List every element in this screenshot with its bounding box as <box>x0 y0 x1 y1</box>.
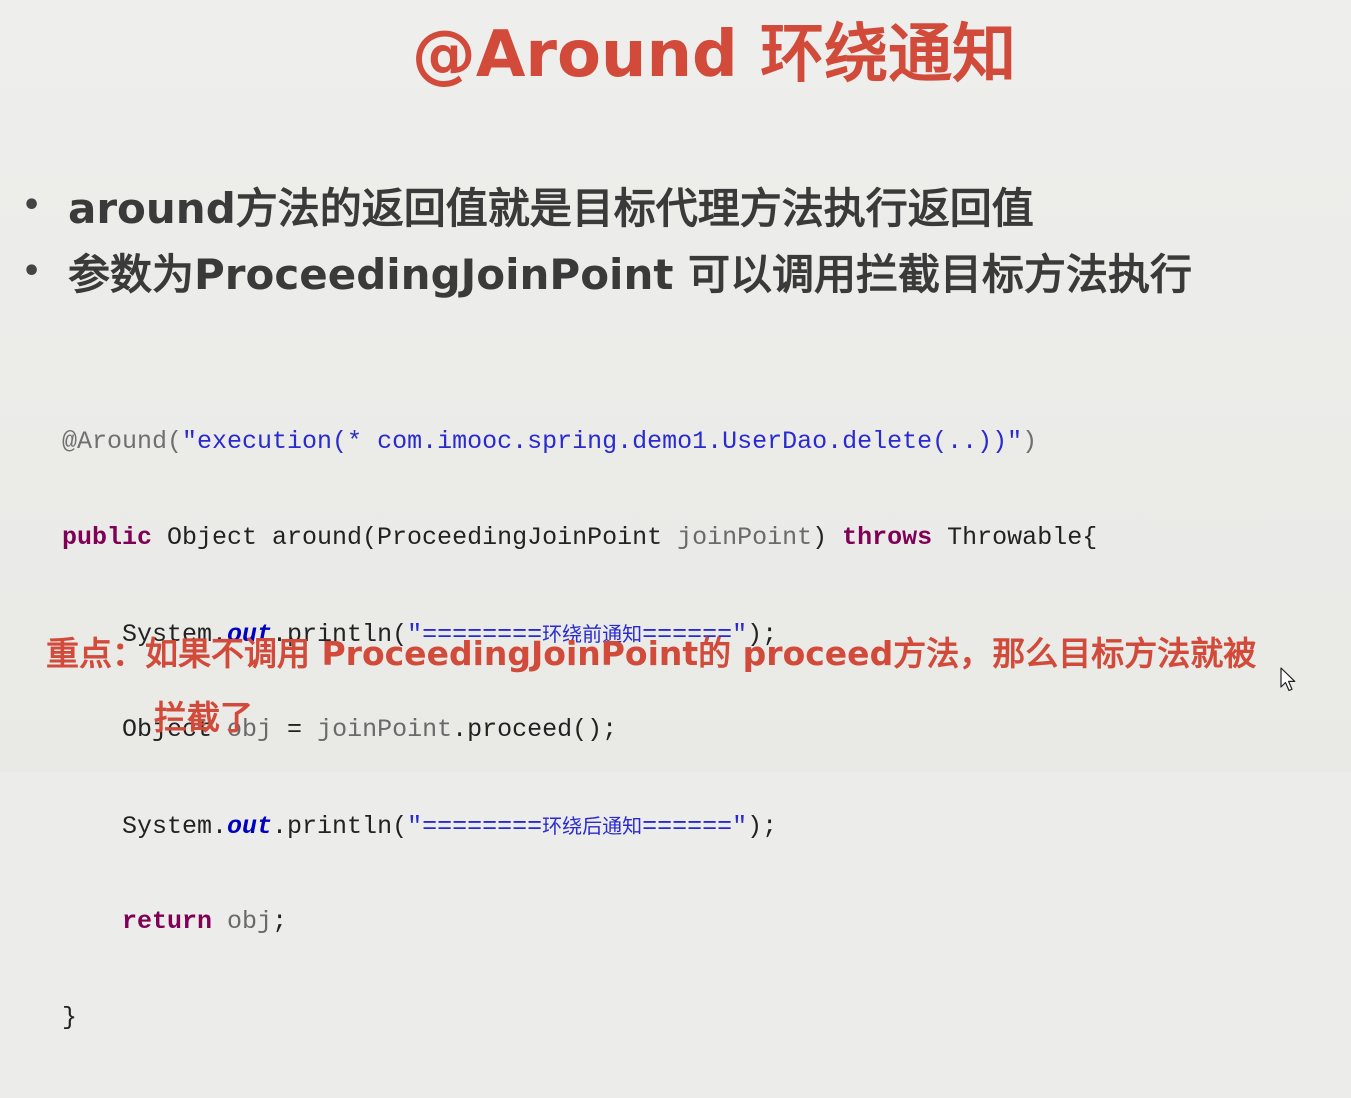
code-text: } <box>62 1003 78 1032</box>
bullet-item: • around方法的返回值就是目标代理方法执行返回值 <box>22 172 1192 238</box>
code-string: ======" <box>642 812 748 841</box>
code-text: Throwable{ <box>932 523 1098 552</box>
bullet-marker: • <box>22 187 42 223</box>
code-string: 环绕后通知 <box>542 814 643 838</box>
slide: @Around 环绕通知 • around方法的返回值就是目标代理方法执行返回值… <box>0 0 1351 1032</box>
note-line: 拦截了 <box>154 698 253 737</box>
code-variable: obj <box>227 907 273 936</box>
note-line: 重点：如果不调用 ProceedingJoinPoint的 proceed方法，… <box>46 634 1257 673</box>
code-annotation: @Around( <box>62 427 183 456</box>
code-line: System.out.println("========环绕后通知======"… <box>62 810 1097 842</box>
bullet-marker: • <box>22 253 42 289</box>
code-text: .println( <box>272 812 408 841</box>
mouse-pointer-icon <box>1280 667 1298 697</box>
bullet-item: • 参数为ProceedingJoinPoint 可以调用拦截目标方法执行 <box>22 238 1192 304</box>
code-line: @Around("execution(* com.imooc.spring.de… <box>62 426 1097 458</box>
code-keyword: throws <box>842 523 933 552</box>
code-line: public Object around(ProceedingJoinPoint… <box>62 522 1097 554</box>
bullet-list: • around方法的返回值就是目标代理方法执行返回值 • 参数为Proceed… <box>22 172 1192 304</box>
slide-title: @Around 环绕通知 <box>411 18 1017 92</box>
code-text: ) <box>812 523 843 552</box>
code-text: System. <box>62 812 228 841</box>
code-line: } <box>62 1002 1097 1034</box>
bullet-text: around方法的返回值就是目标代理方法执行返回值 <box>68 183 1034 233</box>
code-text: ; <box>272 907 288 936</box>
code-keyword: return <box>122 907 213 936</box>
key-point-note: 重点：如果不调用 ProceedingJoinPoint的 proceed方法，… <box>46 622 1256 750</box>
code-keyword: public <box>62 523 153 552</box>
code-line: return obj; <box>62 906 1097 938</box>
code-string: "======== <box>407 812 543 841</box>
code-param: joinPoint <box>677 523 813 552</box>
code-field: out <box>227 812 273 841</box>
code-text: ); <box>747 812 778 841</box>
code-string: "execution(* com.imooc.spring.demo1.User… <box>182 427 1023 456</box>
code-text: ) <box>1022 427 1038 456</box>
bullet-text: 参数为ProceedingJoinPoint 可以调用拦截目标方法执行 <box>68 249 1193 299</box>
code-text: Object around(ProceedingJoinPoint <box>152 523 678 552</box>
